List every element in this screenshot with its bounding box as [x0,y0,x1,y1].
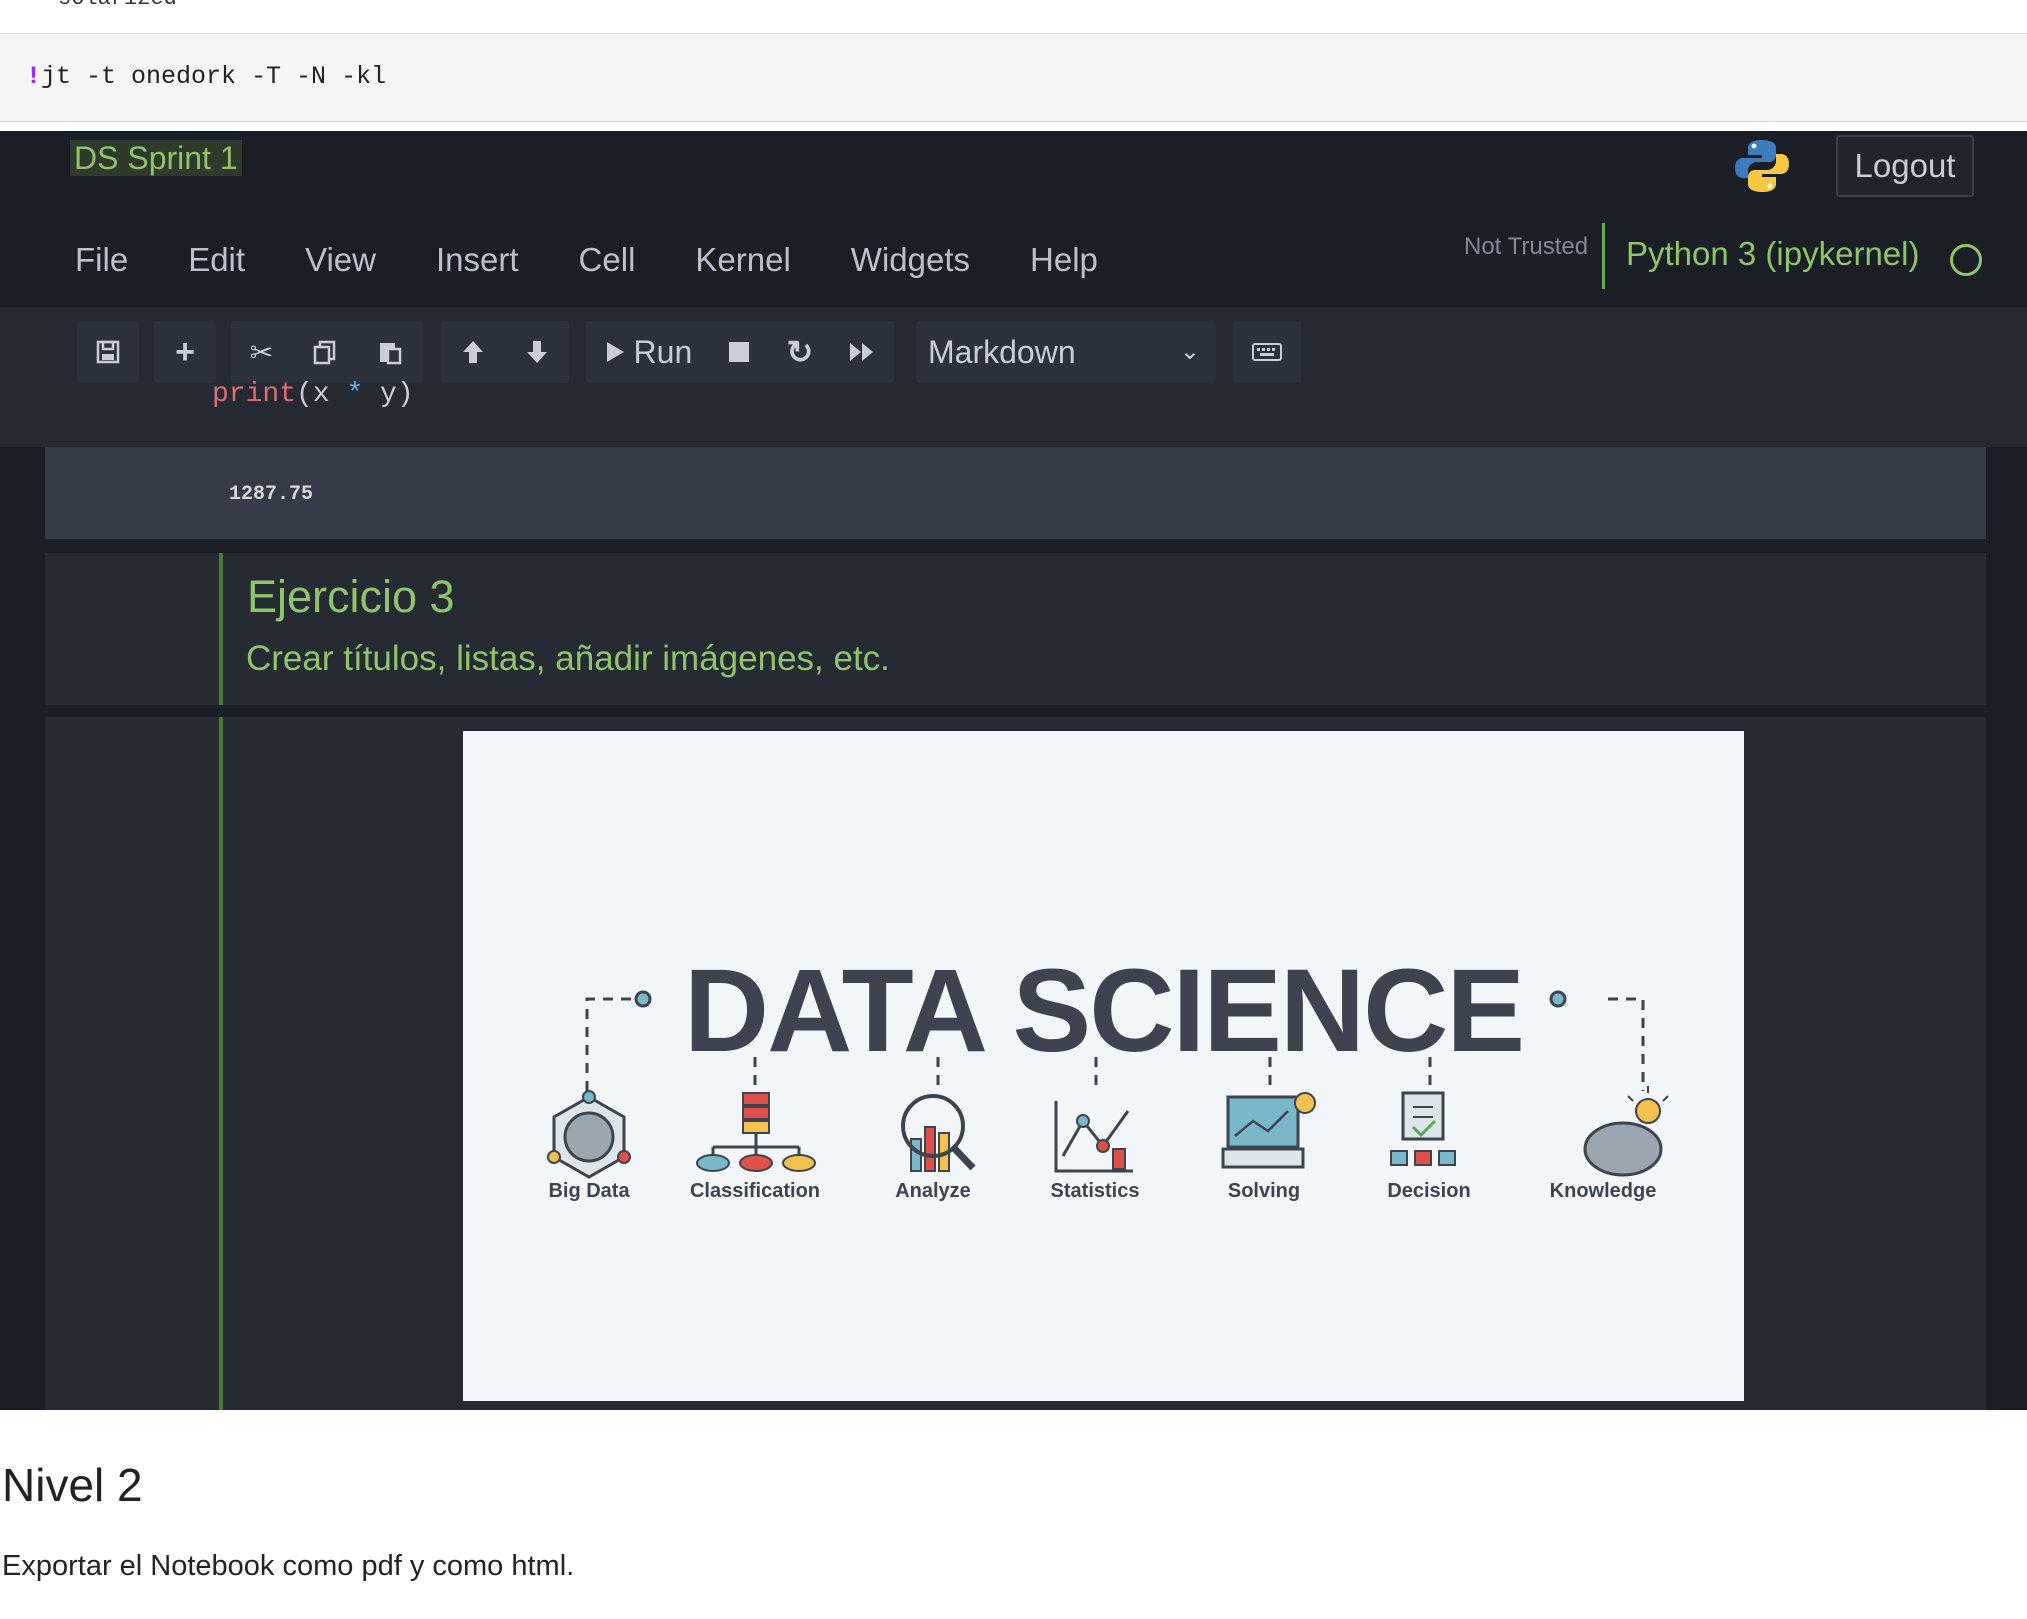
image-label: Solving [1227,1180,1301,1202]
notebook-title[interactable]: DS Sprint 1 [70,140,242,176]
data-science-image: DATA SCIENCE Big Data Classification Ana… [463,731,1744,1401]
menu-widgets[interactable]: Widgets [851,241,970,279]
logout-button[interactable]: Logout [1836,135,1974,197]
toolbar-group-move [441,321,569,383]
toolbar-group-edit: ✂ [231,321,423,383]
play-icon [606,342,624,362]
kernel-idle-icon [1950,244,1982,276]
notebook-toolbar: + ✂ Run ↻ Markdown ⌄ print(x * y) [0,307,2027,447]
save-icon[interactable] [95,339,121,365]
image-label: Classification [689,1180,821,1202]
menu-bar: File Edit View Insert Cell Kernel Widget… [75,241,1158,279]
menu-cell[interactable]: Cell [579,241,636,279]
section-paragraph: Exportar el Notebook como pdf y como htm… [2,1550,575,1582]
classification-icon [696,1092,816,1172]
output-value: 1287.75 [229,483,314,506]
knowledge-icon [1583,1086,1669,1177]
menu-help[interactable]: Help [1030,241,1098,279]
cell-left-border [219,717,223,1410]
toolbar-group-insert: + [154,321,216,383]
run-button[interactable]: Run [604,333,693,371]
image-label: Knowledge [1549,1180,1657,1202]
menu-view[interactable]: View [305,241,376,279]
trust-status-indicator[interactable]: Not Trusted [1464,233,1588,261]
solving-icon [1221,1092,1316,1169]
menu-file[interactable]: File [75,241,128,279]
toolbar-group-save [77,321,139,383]
markdown-cell-ejercicio[interactable]: Ejercicio 3 Crear títulos, listas, añadi… [45,553,1986,705]
image-label: Statistics [1050,1180,1140,1202]
kernel-name-indicator[interactable]: Python 3 (ipykernel) [1626,235,1919,273]
fast-forward-icon[interactable] [848,340,876,364]
arrow-up-icon[interactable] [460,338,486,366]
paste-icon[interactable] [376,338,404,366]
decision-icon [1390,1091,1456,1166]
output-area: 1287.75 [45,447,1986,539]
statistics-icon [1054,1101,1133,1173]
markdown-heading: Ejercicio 3 [247,571,455,622]
cell-type-select[interactable]: Markdown ⌄ [916,321,1216,383]
cropped-text-top: solarized [58,0,177,11]
section-heading: Nivel 2 [2,1459,143,1511]
scissors-icon[interactable]: ✂ [250,336,273,369]
image-title: DATA SCIENCE [683,945,1525,1077]
chevron-down-icon: ⌄ [1179,338,1200,365]
toolbar-group-run: Run ↻ [586,321,894,383]
cell-left-border [219,553,223,705]
kernel-separator [1602,223,1605,289]
arrow-down-icon[interactable] [524,338,550,366]
jupyter-screenshot: DS Sprint 1 Logout File Edit View Insert… [0,131,2027,1410]
image-label: Analyze [895,1180,971,1202]
menu-insert[interactable]: Insert [436,241,519,279]
restart-icon[interactable]: ↻ [786,333,813,371]
analyze-icon [901,1094,976,1172]
run-label: Run [633,333,693,370]
toolbar-group-keyboard [1233,321,1301,383]
big-data-icon [547,1090,631,1179]
stop-icon[interactable] [727,340,751,364]
image-label: Decision [1387,1180,1471,1202]
markdown-paragraph: Crear títulos, listas, añadir imágenes, … [246,639,890,678]
image-label: Big Data [548,1180,630,1202]
jupyter-header: DS Sprint 1 Logout File Edit View Insert… [0,131,2027,307]
copy-icon[interactable] [311,338,339,366]
code-cell-jt-command[interactable]: !jt -t onedork -T -N -kl [0,33,2027,122]
python-logo-icon [1735,140,1789,192]
menu-kernel[interactable]: Kernel [695,241,790,279]
code-line: !jt -t onedork -T -N -kl [26,62,387,91]
plus-icon[interactable]: + [175,333,195,372]
menu-edit[interactable]: Edit [188,241,245,279]
keyboard-icon[interactable] [1252,342,1282,362]
code-line-print: print(x * y) [212,379,414,410]
